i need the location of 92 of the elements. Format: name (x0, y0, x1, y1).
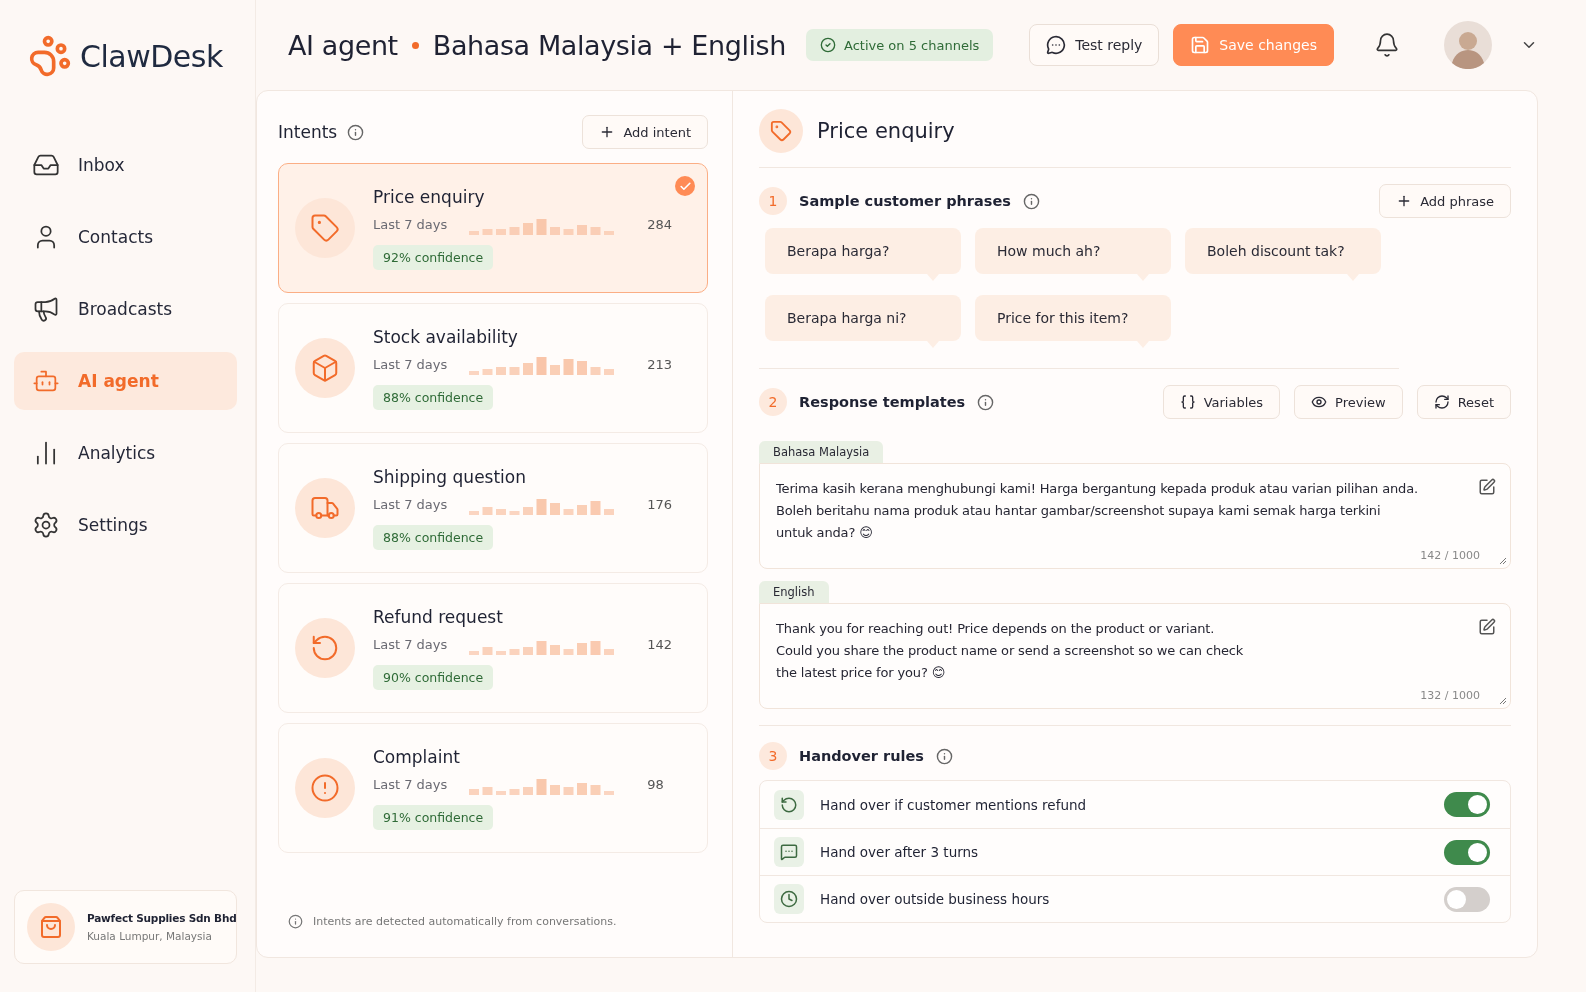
refresh-icon (1433, 394, 1450, 410)
intent-card[interactable]: Price enquiry Last 7 days 284 92% confidence (278, 163, 708, 293)
nav-item[interactable]: Settings (14, 496, 237, 554)
resize-grip-icon[interactable] (1497, 555, 1507, 565)
toggle-switch[interactable] (1444, 792, 1490, 817)
intent-count: 98 (647, 777, 664, 792)
info-icon[interactable] (977, 393, 995, 411)
rule-label: Hand over after 3 turns (820, 844, 980, 860)
brand-name: ClawDesk (80, 38, 223, 74)
clock-icon (774, 884, 804, 914)
intent-card[interactable]: Stock availability Last 7 days 213 88% confidence (278, 303, 708, 433)
rotate-icon (774, 789, 804, 820)
settings-icon (32, 511, 60, 539)
template-tool-button[interactable]: Reset (1416, 385, 1511, 419)
workspace-switcher[interactable]: Pawfect Supplies Sdn Bhd Kuala Lumpur, Malaysia (14, 890, 237, 964)
intent-count: 176 (647, 497, 673, 512)
page-subtitle: Bahasa Malaysia + English (432, 29, 786, 61)
add-phrase-button[interactable]: Add phrase (1379, 184, 1511, 218)
toggle-switch[interactable] (1444, 886, 1490, 912)
section-title: Handover rules (799, 748, 924, 764)
eye-icon (1311, 394, 1328, 410)
info-icon[interactable] (347, 123, 365, 141)
info-icon (288, 914, 303, 929)
add-intent-button[interactable]: Add intent (582, 115, 708, 149)
footer-note: Intents are detected automatically from conversations. (313, 915, 617, 928)
braces-icon (1179, 394, 1196, 410)
rotate-icon (310, 633, 340, 663)
edit-icon[interactable] (1478, 478, 1496, 496)
step-number: 3 (759, 742, 787, 770)
intent-count: 213 (647, 357, 673, 372)
test-reply-button[interactable]: Test reply (1029, 24, 1160, 66)
character-counter: 142 / 1000 (1420, 549, 1480, 562)
intent-name: Complaint (373, 746, 461, 767)
resize-grip-icon[interactable] (1497, 695, 1507, 705)
megaphone-icon (32, 295, 60, 323)
step-number: 1 (759, 187, 787, 215)
character-counter: 132 / 1000 (1420, 689, 1480, 702)
confidence-badge: 88% confidence (373, 524, 494, 550)
section-title: Sample customer phrases (799, 193, 1011, 209)
confidence-badge: 92% confidence (373, 244, 494, 270)
intent-name: Refund request (373, 606, 504, 627)
intent-count: 284 (647, 217, 673, 232)
intent-card[interactable]: Refund request Last 7 days 142 90% confidence (278, 583, 708, 713)
confidence-badge: 91% confidence (373, 804, 494, 830)
shopping-bag-icon (39, 915, 63, 939)
chat-icon (774, 837, 804, 867)
save-icon (1190, 35, 1211, 55)
workspace-name: Pawfect Supplies Sdn Bhd (87, 912, 237, 924)
intent-card[interactable]: Complaint Last 7 days 98 91% confidence (278, 723, 708, 853)
alert-icon (310, 773, 340, 803)
tag-icon (310, 213, 340, 243)
template-field[interactable]: Thank you for reaching out! Price depends on the product or variant. Could you share the product name or send a screenshot so we can check the latest price for you? 😊 132 / 1000 (759, 603, 1511, 709)
rule-label: Hand over if customer mentions refund (820, 796, 1088, 813)
info-icon[interactable] (1022, 192, 1040, 210)
page-title: AI agent (288, 29, 398, 61)
box-icon (310, 353, 340, 383)
edit-icon[interactable] (1478, 618, 1496, 636)
period-label: Last 7 days (373, 217, 448, 232)
nav-item[interactable]: Inbox (14, 136, 237, 194)
template-tool-button[interactable]: Preview (1294, 385, 1403, 419)
rule-label: Hand over outside business hours (820, 891, 1051, 907)
toggle-switch[interactable] (1444, 839, 1490, 865)
nav-item[interactable]: Broadcasts (14, 280, 237, 338)
intent-name: Shipping question (373, 466, 527, 487)
section-title: Response templates (799, 394, 966, 410)
intent-name: Stock availability (373, 326, 519, 347)
detail-title: Price enquiry (817, 119, 955, 143)
intents-title: Intents (278, 122, 338, 142)
period-label: Last 7 days (373, 637, 448, 652)
period-label: Last 7 days (373, 357, 448, 372)
step-number: 2 (759, 388, 787, 416)
period-label: Last 7 days (373, 777, 448, 792)
avatar[interactable] (1444, 21, 1492, 69)
nav-item[interactable]: Analytics (14, 424, 237, 482)
tag-icon (770, 120, 792, 142)
separator-dot (411, 41, 419, 49)
intent-count: 142 (647, 637, 673, 652)
workspace-location: Kuala Lumpur, Malaysia (87, 930, 213, 942)
chat-bubble-icon (1046, 35, 1067, 55)
confidence-badge: 88% confidence (373, 384, 494, 410)
template-tool-button[interactable]: Variables (1162, 385, 1281, 419)
status-badge: Active on 5 channels (806, 29, 994, 61)
intent-card[interactable]: Shipping question Last 7 days 176 88% confidence (278, 443, 708, 573)
intent-name: Price enquiry (373, 186, 486, 207)
period-label: Last 7 days (373, 497, 448, 512)
info-icon[interactable] (936, 747, 953, 765)
check-icon (675, 176, 695, 196)
nav-item[interactable]: Contacts (14, 208, 237, 266)
paw-icon (28, 34, 72, 78)
template-field[interactable]: Terima kasih kerana menghubungi kami! Harga bergantung kepada produk atau varian pilihan anda. Boleh beritahu nama produk atau hantar gambar/screenshot supaya kami semak harga terkini untuk anda? 😊 142 / 1000 (759, 463, 1511, 569)
check-circle-icon (820, 37, 836, 53)
confidence-badge: 90% confidence (373, 664, 494, 690)
